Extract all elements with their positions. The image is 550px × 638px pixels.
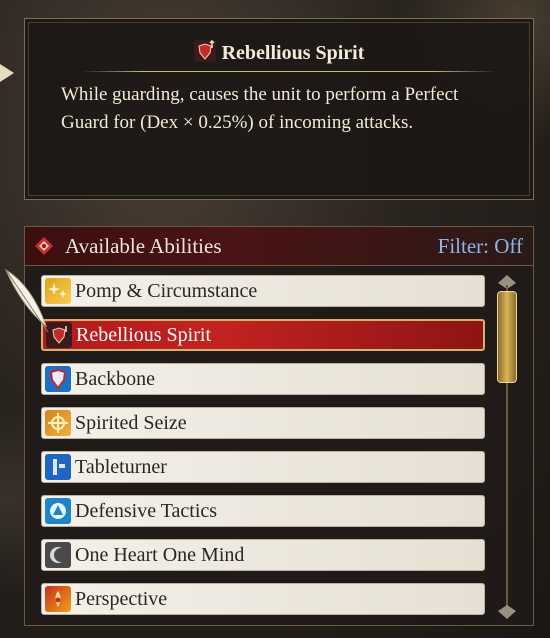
quill-cursor-icon (4, 268, 49, 333)
abilities-panel: Available Abilities Filter: Off Pomp & C… (24, 226, 534, 626)
scroll-thumb[interactable] (497, 291, 517, 383)
tooltip-title: Rebellious Spirit (221, 41, 365, 64)
ability-item-label: Rebellious Spirit (76, 323, 211, 346)
ability-item-label: Spirited Seize (75, 411, 187, 434)
pointer-arrow-icon (0, 64, 14, 82)
scroll-cap-bottom-icon (498, 605, 516, 619)
diamond-emblem-icon (35, 237, 53, 255)
seize-burst-icon (45, 410, 71, 436)
defensive-tactics-icon (45, 498, 71, 524)
ability-item-label: Defensive Tactics (75, 499, 218, 522)
shield-icon (45, 366, 71, 392)
ability-tooltip: Rebellious Spirit While guarding, causes… (24, 18, 534, 200)
crescent-icon (45, 542, 71, 568)
abilities-title: Available Abilities (65, 234, 222, 258)
ability-item-backbone[interactable]: Backbone (41, 363, 485, 395)
ability-item-one-heart-one-mind[interactable]: One Heart One Mind (41, 539, 485, 571)
filter-toggle[interactable]: Filter: Off (438, 234, 523, 259)
ability-item-tableturner[interactable]: Tableturner (41, 451, 485, 483)
abilities-header: Available Abilities Filter: Off (25, 227, 533, 266)
ability-item-rebellious-spirit[interactable]: Rebellious Spirit (41, 319, 485, 351)
ability-item-perspective[interactable]: Perspective (41, 583, 485, 615)
ability-item-pomp-circumstance[interactable]: Pomp & Circumstance (41, 275, 485, 307)
perspective-icon (45, 586, 71, 612)
ability-item-label: Backbone (75, 367, 155, 390)
tooltip-divider (81, 71, 497, 72)
tableturner-icon (45, 454, 71, 480)
ability-item-label: Perspective (75, 587, 168, 610)
tooltip-description: While guarding, causes the unit to perfo… (61, 84, 459, 133)
ability-item-defensive-tactics[interactable]: Defensive Tactics (41, 495, 485, 527)
tooltip-title-row: Rebellious Spirit (25, 39, 533, 67)
ability-item-label: Pomp & Circumstance (75, 279, 258, 302)
ability-item-label: One Heart One Mind (75, 543, 245, 566)
ability-item-spirited-seize[interactable]: Spirited Seize (41, 407, 485, 439)
ability-item-label: Tableturner (75, 455, 167, 478)
ability-list-scrollbar[interactable] (493, 275, 521, 619)
rebellious-spirit-icon (193, 39, 216, 67)
